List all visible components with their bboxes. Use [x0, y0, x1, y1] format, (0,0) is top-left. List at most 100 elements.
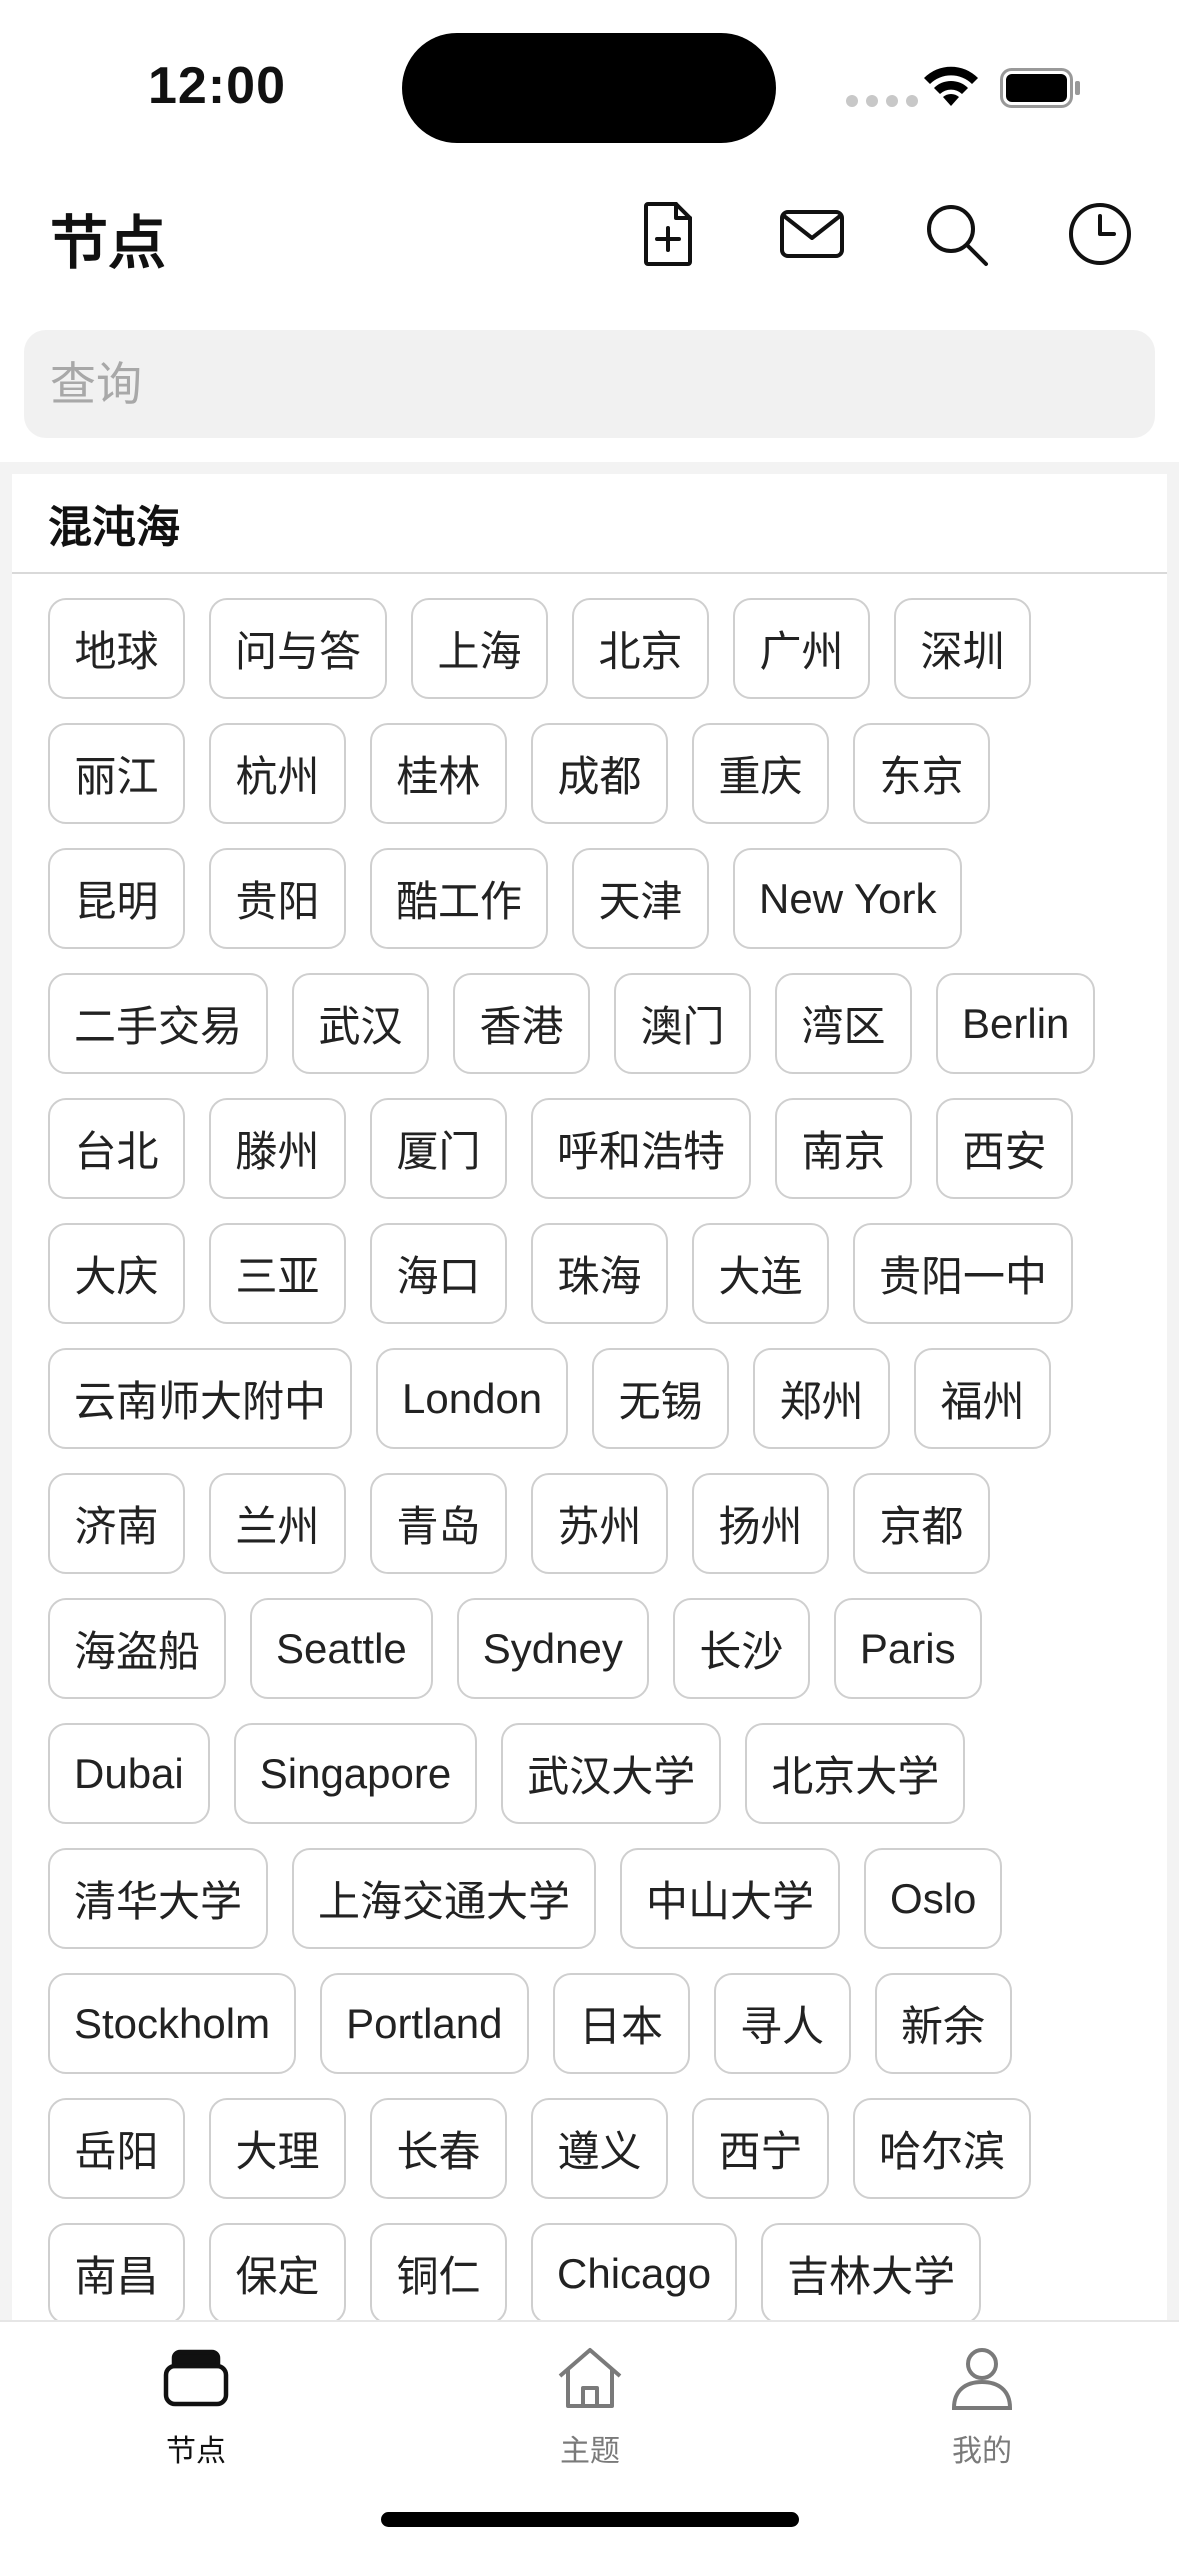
node-tag[interactable]: 丽江	[48, 723, 185, 824]
node-tag[interactable]: 西安	[936, 1098, 1074, 1199]
node-tag[interactable]: 天津	[572, 848, 710, 949]
node-tag[interactable]: 二手交易	[48, 973, 269, 1074]
node-tag[interactable]: 云南师大附中	[48, 1348, 353, 1449]
node-tag[interactable]: 珠海	[531, 1223, 668, 1324]
node-tag[interactable]: 酷工作	[370, 848, 549, 949]
search-button[interactable]	[918, 196, 994, 272]
tab-label: 节点	[166, 2435, 226, 2468]
node-tag[interactable]: Sydney	[456, 1598, 649, 1699]
node-tag[interactable]: 昆明	[48, 848, 185, 949]
nodes-icon	[163, 2349, 229, 2407]
new-document-button[interactable]	[630, 196, 706, 272]
node-tag[interactable]: 寻人	[713, 1973, 851, 2074]
node-tag[interactable]: 东京	[853, 723, 990, 824]
cellular-signal-icon	[846, 95, 918, 107]
node-tag[interactable]: 台北	[48, 1098, 185, 1199]
home-icon	[558, 2348, 622, 2408]
node-tag[interactable]: 南京	[775, 1098, 913, 1199]
battery-icon	[1000, 68, 1080, 108]
wifi-icon	[924, 66, 978, 106]
node-tag[interactable]: 长沙	[672, 1598, 810, 1699]
node-tag[interactable]: London	[376, 1348, 569, 1449]
node-tag[interactable]: 哈尔滨	[853, 2098, 1032, 2199]
status-bar: 12:00	[0, 0, 1179, 170]
node-tag[interactable]: 济南	[48, 1473, 185, 1574]
node-tag[interactable]: 福州	[914, 1348, 1052, 1449]
node-tag[interactable]: Singapore	[233, 1723, 478, 1824]
search-icon	[927, 205, 988, 266]
tab-nodes[interactable]: 节点	[96, 2342, 296, 2470]
node-tag[interactable]: 岳阳	[48, 2098, 185, 2199]
node-tag[interactable]: 新余	[874, 1973, 1012, 2074]
node-tag[interactable]: Chicago	[531, 2223, 738, 2322]
node-tag[interactable]: 问与答	[209, 598, 388, 699]
node-tag[interactable]: 上海	[411, 598, 549, 699]
node-tag[interactable]: 日本	[552, 1973, 690, 2074]
node-tag[interactable]: 大连	[692, 1223, 829, 1324]
node-tag[interactable]: 武汉大学	[501, 1723, 722, 1824]
node-tag[interactable]: 香港	[453, 973, 591, 1074]
page-title: 节点	[50, 211, 167, 276]
tab-label: 主题	[560, 2435, 620, 2468]
node-tag[interactable]: 铜仁	[370, 2223, 507, 2322]
node-tag[interactable]: 郑州	[753, 1348, 891, 1449]
node-tag[interactable]: 海盗船	[48, 1598, 227, 1699]
node-tag[interactable]: 青岛	[370, 1473, 507, 1574]
node-tag[interactable]: 无锡	[592, 1348, 730, 1449]
node-tag[interactable]: 苏州	[531, 1473, 668, 1574]
home-indicator	[381, 2512, 799, 2527]
history-button[interactable]	[1062, 196, 1138, 272]
node-tag[interactable]: 海口	[370, 1223, 507, 1324]
node-tag[interactable]: 桂林	[370, 723, 507, 824]
node-tag[interactable]: 西宁	[692, 2098, 829, 2199]
node-tag[interactable]: Portland	[320, 1973, 529, 2074]
node-tag[interactable]: 大庆	[48, 1223, 185, 1324]
node-tag[interactable]: Seattle	[250, 1598, 433, 1699]
node-tag[interactable]: 贵阳一中	[853, 1223, 1074, 1324]
node-tag[interactable]: 厦门	[370, 1098, 507, 1199]
tab-me[interactable]: 我的	[882, 2342, 1082, 2470]
node-tag[interactable]: 兰州	[209, 1473, 346, 1574]
new-document-icon	[644, 202, 692, 266]
history-clock-icon	[1069, 203, 1131, 265]
node-tag[interactable]: 贵阳	[209, 848, 346, 949]
section-card: 混沌海 地球 问与答 上海 北京 广州 深圳丽江 杭州 桂林 成都 重庆 东京昆明 贵阳 酷工作 天津 Ne…	[12, 474, 1167, 2322]
tab-topics[interactable]: 主题	[490, 2342, 690, 2470]
tab-label: 我的	[952, 2435, 1012, 2468]
node-tag[interactable]: Paris	[833, 1598, 982, 1699]
node-tag[interactable]: Dubai	[48, 1723, 210, 1824]
node-tag[interactable]: 扬州	[692, 1473, 829, 1574]
node-tag[interactable]: 长春	[370, 2098, 507, 2199]
node-tag[interactable]: 遵义	[531, 2098, 668, 2199]
node-tag[interactable]: 上海交通大学	[292, 1848, 597, 1949]
node-tag[interactable]: 广州	[733, 598, 871, 699]
node-tag[interactable]: 南昌	[48, 2223, 185, 2322]
node-tag[interactable]: 武汉	[292, 973, 430, 1074]
node-tag[interactable]: 地球	[48, 598, 185, 699]
node-tag[interactable]: 湾区	[775, 973, 913, 1074]
node-tag[interactable]: 重庆	[692, 723, 829, 824]
node-tag[interactable]: Oslo	[864, 1848, 1003, 1949]
node-tag[interactable]: 保定	[209, 2223, 346, 2322]
node-tag[interactable]: 深圳	[894, 598, 1032, 699]
node-tag[interactable]: 滕州	[209, 1098, 346, 1199]
node-tag[interactable]: 北京	[572, 598, 710, 699]
node-tag[interactable]: Stockholm	[48, 1973, 297, 2074]
node-tag[interactable]: 澳门	[614, 973, 752, 1074]
mail-button[interactable]	[774, 196, 850, 272]
search-input[interactable]	[24, 330, 1155, 438]
node-tag[interactable]: New York	[733, 848, 963, 949]
node-tag[interactable]: 三亚	[209, 1223, 346, 1324]
section-title: 混沌海	[12, 474, 1167, 574]
status-time: 12:00	[148, 57, 286, 115]
node-tag[interactable]: 京都	[853, 1473, 990, 1574]
node-tag[interactable]: 吉林大学	[761, 2223, 982, 2322]
node-tag[interactable]: 北京大学	[745, 1723, 966, 1824]
node-tag[interactable]: 成都	[531, 723, 668, 824]
node-tag[interactable]: 大理	[209, 2098, 346, 2199]
node-tag[interactable]: 中山大学	[620, 1848, 841, 1949]
node-tag[interactable]: 杭州	[209, 723, 346, 824]
node-tag[interactable]: 清华大学	[48, 1848, 269, 1949]
node-tag[interactable]: 呼和浩特	[531, 1098, 752, 1199]
node-tag[interactable]: Berlin	[936, 973, 1096, 1074]
